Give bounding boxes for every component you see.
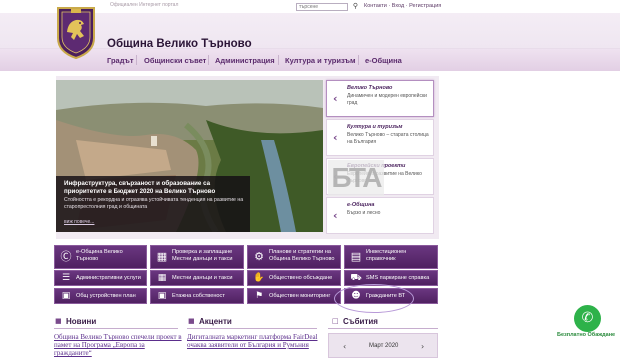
chevron-left-icon: ‹ [333, 209, 338, 222]
slider-tab-title: Велико Търново [347, 85, 393, 91]
coat-of-arms-icon[interactable] [56, 6, 96, 60]
tile-master-plan[interactable]: ▣ Общ устройствен план [54, 288, 147, 304]
nav-item-council[interactable]: Общински съвет [144, 56, 206, 65]
slider-tab-subtitle: Динамичен и модерен европейски град [347, 93, 427, 106]
slider-tab-title: е-Община [347, 202, 375, 208]
news-heading[interactable]: Новини [66, 317, 96, 326]
search-input[interactable] [296, 3, 348, 11]
tile-label: Обществен мониторинг [269, 293, 331, 299]
news-item-link[interactable]: Община Велико Търново спечели проект в п… [54, 333, 182, 357]
slider-tab-subtitle: Бързо и лесно [347, 210, 381, 216]
events-calendar-nav: ‹ Март 2020 › [328, 333, 438, 358]
tile-label: Инвестиционен справочник [366, 249, 407, 262]
tile-label: Административни услуги [76, 275, 141, 281]
news-icon: ■ [55, 317, 62, 325]
accents-item-link[interactable]: Дигиталната маркетинг платформа FairDeal… [187, 333, 321, 349]
slider-tab-title: Култура и туризъм [347, 124, 403, 130]
chart-icon: ▤ [350, 250, 362, 263]
tile-local-taxes-payment[interactable]: ▦ Проверка и заплащане Местни данъци и т… [150, 245, 244, 269]
hero-title[interactable]: Инфраструктура, свързаност и образование… [64, 180, 244, 196]
chevron-left-icon[interactable]: ‹ [343, 342, 346, 351]
nav-item-e-municipality[interactable]: е-Община [365, 56, 402, 65]
tile-plans-strategies[interactable]: ⚙ Планове и стратегии на Община Велико Т… [247, 245, 341, 269]
slider-tab-subtitle: Велико Търново – старата столица на Бълг… [347, 132, 429, 145]
thumbs-up-icon: ✋ [253, 273, 265, 283]
tile-public-monitoring[interactable]: ⚑ Обществен мониторинг [247, 288, 341, 304]
map-icon: ▣ [61, 291, 71, 301]
chevron-left-icon: ‹ [333, 131, 338, 144]
chevron-left-icon: ‹ [333, 92, 338, 105]
tile-label: Проверка и заплащане Местни данъци и так… [172, 249, 233, 262]
building-icon: ▣ [157, 291, 167, 301]
tile-label: Местни данъци и такси [172, 275, 233, 281]
nav-item-culture[interactable]: Култура и туризъм [285, 56, 356, 65]
car-icon: ⛟ [350, 273, 362, 283]
network-icon: ⚙ [254, 250, 264, 263]
nav-item-administration[interactable]: Администрация [215, 56, 275, 65]
events-month: Март 2020 [369, 343, 399, 349]
hero-slide[interactable]: Инфраструктура, свързаност и образование… [56, 80, 323, 232]
news-divider [54, 328, 178, 329]
tile-sms-parking[interactable]: ⛟ SMS паркиране справка [344, 270, 438, 286]
nav-divider [278, 55, 279, 65]
tile-label: Етажна собственост [172, 293, 225, 299]
tile-condominium[interactable]: ▣ Етажна собственост [150, 288, 244, 304]
chevron-right-icon[interactable]: › [421, 342, 424, 351]
nav-divider [358, 55, 359, 65]
slider-tab-veliko-tarnovo[interactable]: ‹ Велико Търново Динамичен и модерен евр… [326, 80, 434, 117]
search-icon[interactable]: ⚲ [351, 2, 360, 11]
phone-call-button[interactable]: ✆ [574, 305, 601, 332]
hero-caption: Инфраструктура, свързаност и образование… [56, 176, 250, 232]
slider-tab-e-municipality[interactable]: ‹ е-Община Бързо и лесно [326, 197, 434, 234]
grid-icon: ▦ [157, 273, 167, 283]
calendar-icon: □ [332, 317, 339, 325]
tile-label: Планове и стратегии на Община Велико Тър… [269, 249, 335, 262]
e-municipality-icon: Ⓒ [60, 250, 72, 263]
events-divider [328, 328, 438, 329]
highlight-ring [334, 284, 414, 313]
tile-label: SMS паркиране справка [366, 275, 430, 281]
tile-investment-guide[interactable]: ▤ Инвестиционен справочник [344, 245, 438, 269]
nav-item-city[interactable]: Градът [107, 56, 134, 65]
tile-label: е-Община Велико Търново [76, 249, 123, 262]
watermark: БТА [328, 160, 384, 196]
phone-icon: ✆ [581, 310, 594, 326]
document-icon: ☰ [61, 273, 71, 283]
tile-label: Общ устройствен план [76, 293, 136, 299]
portal-tagline: Официален Интернет портал [110, 2, 179, 8]
nav-divider [136, 55, 137, 65]
calculator-icon: ▦ [156, 250, 168, 263]
hero-more-link[interactable]: виж повече... [64, 219, 94, 225]
tile-public-discussion[interactable]: ✋ Обществено обсъждане [247, 270, 341, 286]
hero-text: Стойността е рекордна и отразява устойчи… [64, 197, 244, 210]
accents-divider [187, 328, 317, 329]
nav-divider [208, 55, 209, 65]
tile-e-municipality[interactable]: Ⓒ е-Община Велико Търново [54, 245, 147, 269]
phone-call-label[interactable]: Безплатно Обаждане [557, 332, 615, 338]
events-heading[interactable]: Събития [343, 317, 378, 326]
tile-local-taxes[interactable]: ▦ Местни данъци и такси [150, 270, 244, 286]
tile-admin-services[interactable]: ☰ Административни услуги [54, 270, 147, 286]
accents-heading[interactable]: Акценти [199, 317, 232, 326]
tile-label: Обществено обсъждане [269, 275, 333, 281]
top-links[interactable]: Контакти · Вход · Регистрация [364, 3, 441, 9]
accents-icon: ■ [188, 317, 195, 325]
megaphone-icon: ⚑ [254, 291, 264, 301]
slider-tab-culture[interactable]: ‹ Култура и туризъм Велико Търново – ста… [326, 119, 434, 156]
